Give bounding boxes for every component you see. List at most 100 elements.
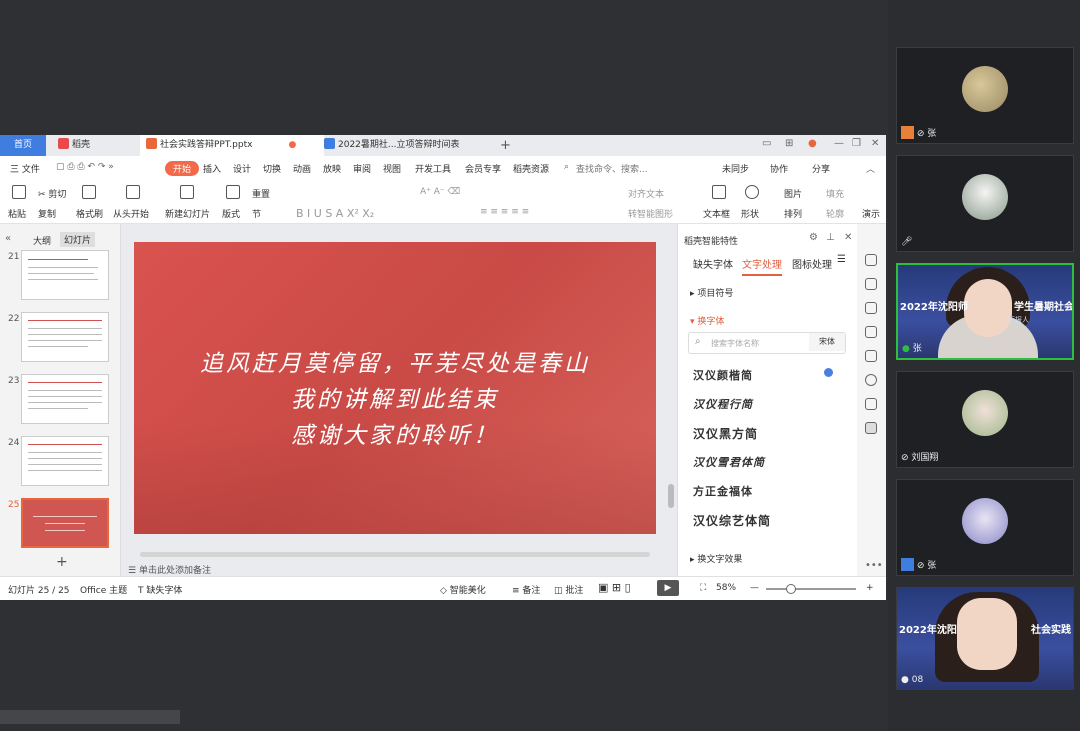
menu-review[interactable]: 审阅 (353, 162, 371, 175)
font-size-controls[interactable]: A⁺ A⁻ ⌫ (420, 187, 460, 197)
video-tile-4[interactable]: ⊘ 刘国翔 (896, 371, 1074, 468)
tab-doc2-file[interactable]: 2022暑期社...立项答辩时间表 (318, 135, 500, 156)
slide-thumbnail-23[interactable] (21, 374, 109, 424)
copy-button[interactable]: 复制 (38, 207, 56, 220)
video-tile-2[interactable]: 🎤︎ (896, 155, 1074, 252)
vertical-scrollbar[interactable] (668, 484, 674, 508)
slide-thumbnail-25[interactable] (21, 498, 109, 548)
help-icon[interactable] (865, 374, 877, 386)
paste-button[interactable]: 粘贴 (8, 207, 26, 220)
smart-shape-button[interactable]: 转智能图形 (628, 207, 673, 220)
menu-insert[interactable]: 插入 (203, 162, 221, 175)
zoom-slider[interactable] (766, 588, 856, 590)
video-tile-6[interactable]: 2022年沈阳 社会实践 ● 08 (896, 587, 1074, 690)
user-icon[interactable]: ● (808, 138, 817, 149)
menu-transition[interactable]: 切换 (263, 162, 281, 175)
pin-icon[interactable]: ⊥ (826, 232, 835, 243)
font-search-input[interactable]: 搜索字体名称 (711, 338, 759, 349)
bullet-section[interactable]: ▸ 项目符号 (690, 286, 733, 299)
missing-font-status[interactable]: T 缺失字体 (138, 583, 182, 596)
zoom-in-button[interactable]: + (866, 583, 874, 593)
menu-start[interactable]: 开始 (165, 161, 200, 176)
menu-view[interactable]: 视图 (383, 162, 401, 175)
horizontal-scrollbar[interactable] (140, 552, 650, 557)
tab-text-processing[interactable]: 文字处理 (742, 256, 782, 276)
layout-icon[interactable]: ▭ (762, 138, 771, 149)
menu-slideshow[interactable]: 放映 (323, 162, 341, 175)
font-search-box[interactable]: ⌕ 搜索字体名称 宋体 (688, 332, 846, 354)
tab-outline[interactable]: 大纲 (33, 234, 51, 247)
notes-area[interactable]: ☰ 单击此处添加备注 (128, 563, 211, 576)
quick-access-icons[interactable]: ▢ ⎙ ⎙ ↶ ↷ » (56, 162, 114, 172)
comment-button[interactable]: ◫ 批注 (554, 583, 583, 596)
font-option[interactable]: 汉仪雪君体简 (693, 454, 765, 470)
tab-slides[interactable]: 幻灯片 (60, 232, 96, 247)
shape-button[interactable]: 形状 (741, 207, 759, 220)
tab-icon-processing[interactable]: 图标处理 (792, 256, 832, 271)
change-font-section[interactable]: ▾ 换字体 (690, 314, 724, 327)
font-option[interactable]: 汉仪颜楷简 (693, 367, 753, 383)
tab-ppt-file[interactable]: 社会实践答辩PPT.pptx ● (140, 135, 324, 156)
command-search-input[interactable]: 查找命令、搜索... (576, 162, 648, 175)
font-style-buttons[interactable]: B I U S A X² X₂ (296, 207, 374, 220)
pin-icon[interactable] (865, 302, 877, 314)
fit-window-icon[interactable]: ⛶ (700, 583, 706, 593)
panel-menu-icon[interactable]: ☰ (837, 254, 846, 265)
video-tile-3[interactable]: 2022年沈阳师 学生暑期社会实践 汇报人 ● 张 (896, 263, 1074, 360)
menu-devtools[interactable]: 开发工具 (415, 162, 451, 175)
menu-docer-resources[interactable]: 稻壳资源 (513, 162, 549, 175)
menu-file[interactable]: 三 文件 (10, 162, 40, 175)
new-slide-button[interactable]: 新建幻灯片 (165, 207, 210, 220)
font-option[interactable]: 汉仪综艺体简 (693, 512, 771, 529)
add-slide-button[interactable]: + (56, 554, 68, 570)
play-slideshow-button[interactable]: ▶ (657, 580, 679, 596)
layout-button[interactable]: 版式 (222, 207, 240, 220)
tab-missing-font[interactable]: 缺失字体 (693, 256, 733, 271)
align-text-button[interactable]: 对齐文本 (628, 187, 664, 200)
paragraph-align-icons[interactable]: ≡ ≡ ≡ ≡ ≡ (480, 207, 529, 217)
tab-docer[interactable]: 稻壳 (52, 135, 146, 156)
outline-button[interactable]: 轮廓 (826, 207, 844, 220)
section-button[interactable]: 节 (252, 207, 261, 220)
cube-icon[interactable] (865, 398, 877, 410)
zoom-slider-handle[interactable] (786, 584, 796, 594)
settings-gear-icon[interactable]: ⚙ (809, 232, 818, 243)
slide-line-3[interactable]: 感谢大家的聆听！ (134, 416, 656, 450)
sliders-icon[interactable] (865, 278, 877, 290)
text-effect-section[interactable]: ▸ 换文字效果 (690, 552, 742, 565)
picture-button[interactable]: 图片 (784, 187, 802, 200)
more-icon[interactable]: ••• (865, 560, 883, 571)
menu-member[interactable]: 会员专享 (465, 162, 501, 175)
slide-line-1[interactable]: 追风赶月莫停留，平芜尽处是春山 (134, 344, 656, 378)
share-button[interactable]: 分享 (812, 162, 830, 175)
copy-icon[interactable] (865, 326, 877, 338)
menu-design[interactable]: 设计 (233, 162, 251, 175)
from-start-button[interactable]: 从头开始 (113, 207, 149, 220)
font-option[interactable]: 汉仪黑方简 (693, 425, 758, 442)
textbox-button[interactable]: 文本框 (703, 207, 730, 220)
tab-home[interactable]: 首页 (0, 135, 46, 156)
restore-icon[interactable]: ❐ (852, 138, 861, 149)
font-option[interactable]: 方正金福体 (693, 483, 753, 499)
reset-button[interactable]: 重置 (252, 187, 270, 200)
slide-canvas[interactable]: 追风赶月莫停留，平芜尽处是春山 我的讲解到此结束 感谢大家的聆听！ (134, 242, 656, 534)
video-tile-1[interactable]: ⊘ 张 (896, 47, 1074, 144)
cut-button[interactable]: ✂ 剪切 (38, 187, 66, 200)
view-mode-icons[interactable]: ▣ ⊞ ▯ (598, 581, 631, 594)
present-button[interactable]: 演示 (862, 207, 880, 220)
slide-thumbnail-22[interactable] (21, 312, 109, 362)
close-icon[interactable]: ✕ (871, 138, 879, 149)
format-brush-button[interactable]: 格式刷 (76, 207, 103, 220)
fill-button[interactable]: 填充 (826, 187, 844, 200)
smart-beautify-button[interactable]: ◇ 智能美化 (440, 583, 486, 596)
notes-button[interactable]: ≡ 备注 (512, 583, 540, 596)
slide-line-2[interactable]: 我的讲解到此结束 (134, 380, 656, 414)
slide-thumbnail-21[interactable] (21, 250, 109, 300)
menu-animation[interactable]: 动画 (293, 162, 311, 175)
grid-icon[interactable]: ⊞ (785, 138, 793, 149)
location-icon[interactable] (865, 422, 877, 434)
collapse-pane-icon[interactable]: « (5, 233, 11, 244)
video-tile-5[interactable]: ⊘ 张 (896, 479, 1074, 576)
slide-thumbnail-24[interactable] (21, 436, 109, 486)
arrange-button[interactable]: 排列 (784, 207, 802, 220)
